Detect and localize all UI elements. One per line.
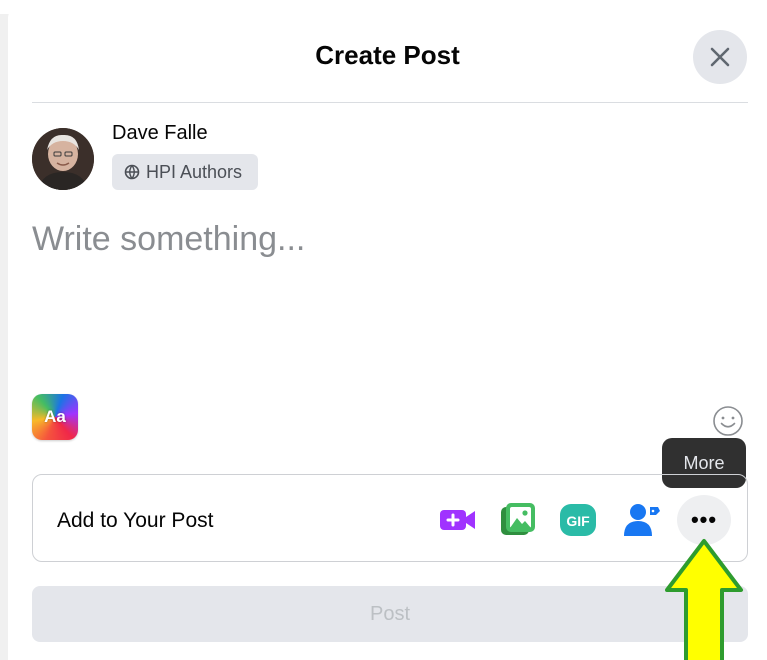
header-divider [32, 102, 748, 103]
audience-label: HPI Authors [146, 161, 243, 182]
tag-people-button[interactable] [621, 499, 663, 541]
post-button[interactable]: Post [32, 586, 748, 642]
emoji-icon[interactable] [711, 404, 745, 438]
post-text-input[interactable] [32, 220, 732, 390]
highlight-arrow-icon [665, 539, 743, 660]
avatar[interactable] [32, 128, 94, 190]
avatar-photo [32, 128, 94, 190]
text-background-button[interactable]: Aa [32, 394, 78, 440]
globe-icon [124, 164, 140, 180]
add-to-post-bar: Add to Your Post GIF ••• [32, 474, 748, 562]
add-to-post-label: Add to Your Post [57, 509, 214, 532]
audience-selector[interactable]: HPI Authors [112, 154, 259, 190]
photo-video-icon [501, 503, 535, 535]
live-video-icon [440, 510, 475, 530]
photo-video-button[interactable] [497, 499, 539, 541]
gif-icon: GIF [560, 504, 596, 536]
user-name: Dave Falle [112, 122, 208, 144]
svg-text:GIF: GIF [566, 513, 590, 529]
dialog-title: Create Post [315, 40, 460, 70]
aa-label: Aa [44, 407, 66, 426]
tag-people-icon [624, 504, 660, 536]
close-icon [710, 47, 730, 67]
gif-button[interactable]: GIF [557, 499, 599, 541]
live-video-button[interactable] [437, 499, 479, 541]
dialog-header: Create Post [8, 8, 767, 103]
close-button[interactable] [693, 30, 747, 84]
create-post-dialog: Create Post Dave Falle HPI Authors Aa [8, 8, 767, 660]
